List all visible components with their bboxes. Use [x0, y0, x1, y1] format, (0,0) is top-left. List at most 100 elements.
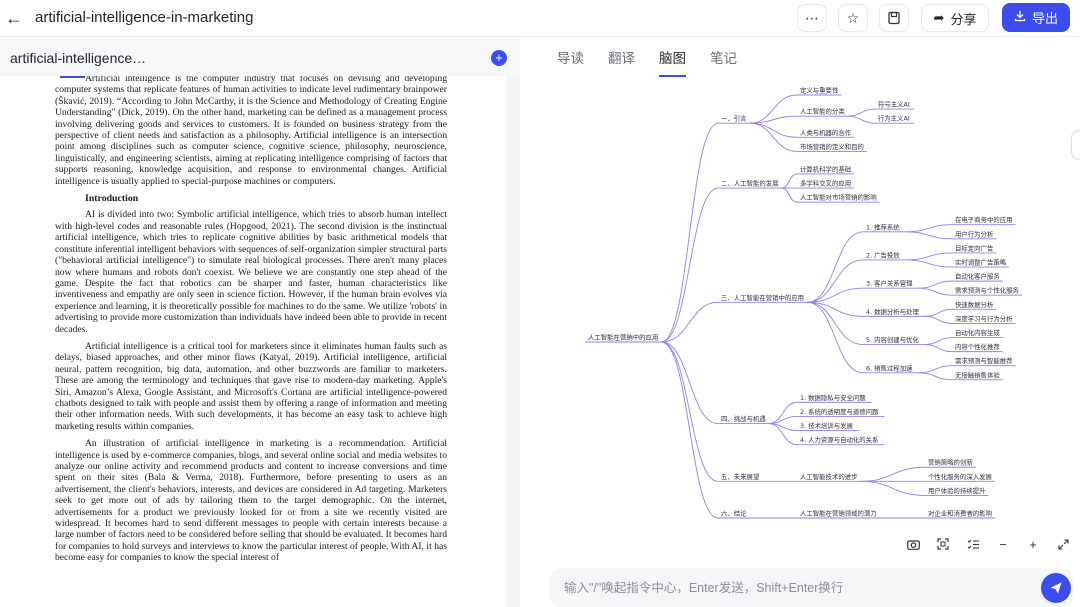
mindmap-link: [661, 187, 719, 343]
mindmap-leaf-node[interactable]: 营销策略的创新: [928, 458, 973, 467]
mindmap-link: [905, 259, 953, 268]
mindmap-link: [781, 173, 798, 189]
mindmap-link: [749, 122, 798, 152]
camera-icon[interactable]: [903, 534, 923, 554]
back-arrow-icon[interactable]: ←: [4, 8, 24, 28]
mindmap-topic-node[interactable]: 人工智能对市场营销的影响: [800, 193, 877, 202]
mindmap-link: [905, 252, 953, 261]
scrollbar[interactable]: [507, 76, 520, 607]
mindmap-root[interactable]: 人工智能在营销中的应用: [588, 333, 658, 342]
fit-screen-icon[interactable]: [933, 534, 953, 554]
mindmap-link: [860, 480, 926, 496]
section-heading: Introduction: [85, 193, 139, 205]
list-toggle-icon[interactable]: [963, 534, 983, 554]
mindmap-topic-node[interactable]: 计算机科学的基础: [800, 164, 851, 173]
mindmap-topic-node[interactable]: 人工智能技术的进步: [800, 472, 858, 481]
mindmap-leaf-node[interactable]: 符号主义AI: [878, 100, 910, 109]
pdf-page-content: Artificial intelligence is the computer …: [55, 76, 447, 570]
mindmap-link: [905, 231, 953, 240]
pdf-page[interactable]: Artificial intelligence is the computer …: [0, 76, 506, 607]
mindmap-topic-node[interactable]: 5. 内容创建与优化: [866, 335, 919, 344]
mindmap-link: [918, 280, 953, 289]
star-icon[interactable]: ☆: [838, 4, 868, 32]
save-icon[interactable]: [879, 4, 909, 32]
send-button[interactable]: [1041, 573, 1071, 603]
side-panel-handle[interactable]: [1071, 130, 1080, 160]
mindmap-leaf-node[interactable]: 自动化内容生成: [955, 328, 1000, 337]
mindmap-link: [905, 224, 953, 233]
mindmap-leaf-node[interactable]: 需求预测与智能推荐: [955, 356, 1013, 365]
mindmap-topic-node[interactable]: 2. 广告投放: [866, 250, 900, 259]
mindmap-topic-node[interactable]: 定义与重要性: [800, 86, 839, 95]
mindmap-leaf-node[interactable]: 实时调整广告策略: [955, 258, 1007, 267]
mindmap-leaf-node[interactable]: 目标定向广告: [955, 243, 994, 252]
mindmap-link: [924, 344, 953, 353]
mindmap-topic-node[interactable]: 1. 数据隐私与安全问题: [800, 393, 866, 402]
mindmap-leaf-node[interactable]: 自动化客户服务: [955, 272, 1000, 281]
mindmap-link: [661, 341, 719, 482]
mindmap-link: [860, 466, 926, 482]
mindmap-link: [924, 315, 953, 324]
export-button[interactable]: 导出: [1002, 3, 1070, 32]
mindmap-topic-node[interactable]: 6. 销售过程加速: [866, 363, 913, 372]
chat-input[interactable]: [564, 568, 1024, 607]
mindmap-topic-node[interactable]: 2. 系统的透明度与道德问题: [800, 407, 879, 416]
zoom-out-icon[interactable]: −: [993, 534, 1013, 554]
document-panel-header: artificial-intelligence… +: [0, 38, 520, 76]
paragraph: AI is divided into two: Symbolic artific…: [55, 209, 447, 335]
mindmap-topic-node[interactable]: 人工智能的分类: [800, 107, 845, 116]
mindmap-topic-node[interactable]: 3. 客户关系管理: [866, 279, 913, 288]
download-icon: [1014, 10, 1026, 25]
document-panel-title: artificial-intelligence…: [10, 50, 147, 66]
mindmap-link: [847, 108, 876, 117]
mindmap-leaf-node[interactable]: 对企业和消费者的影响: [928, 509, 992, 518]
mindmap-leaf-node[interactable]: 用户行为分析: [955, 229, 994, 238]
paragraph: Artificial intelligence is the computer …: [55, 76, 447, 187]
paragraph: An illustration of artificial intelligen…: [55, 438, 447, 564]
mindmap-section-node[interactable]: 五、未来展望: [721, 472, 760, 481]
mindmap-leaf-node[interactable]: 深度学习与行为分析: [955, 314, 1013, 323]
mindmap-section-node[interactable]: 三、人工智能在营销中的应用: [721, 293, 804, 302]
mindmap-leaf-node[interactable]: 无接触销售体验: [955, 370, 1000, 379]
chat-input-bar: [550, 568, 1073, 607]
mindmap-link: [749, 122, 798, 138]
mindmap-topic-node[interactable]: 1. 推荐系统: [866, 222, 900, 231]
paragraph: Artificial intelligence is a critical to…: [55, 340, 447, 432]
mindmap-link: [924, 308, 953, 317]
mindmap-topic-node[interactable]: 多学科交叉的应用: [800, 179, 851, 188]
send-icon: [1050, 582, 1062, 594]
mindmap-link: [807, 231, 864, 303]
zoom-in-icon[interactable]: +: [1023, 534, 1043, 554]
share-button[interactable]: ➦ 分享: [921, 4, 989, 32]
more-icon[interactable]: ⋯: [797, 4, 827, 32]
mindmap-toolbar: − +: [903, 530, 1075, 558]
mindmap-topic-node[interactable]: 3. 技术培训与发展: [800, 421, 853, 430]
mindmap-link: [918, 287, 953, 296]
mindmap-link: [918, 365, 953, 374]
mindmap-canvas[interactable]: 人工智能在营销中的应用 一、引言 定义与重要性人工智能的分类 符号主义AI 行为主义AI…: [535, 38, 1080, 568]
mindmap-topic-node[interactable]: 人工智能在营销领域的潜力: [800, 509, 877, 518]
mindmap-leaf-node[interactable]: 个性化服务的深入发展: [928, 472, 993, 481]
mindmap-leaf-node[interactable]: 在电子商务中的应用: [955, 215, 1013, 224]
mindmap-link: [924, 337, 953, 346]
mindmap-section-node[interactable]: 四、挑战与机遇: [721, 414, 766, 423]
mindmap-leaf-node[interactable]: 需求预测与个性化服务: [955, 286, 1020, 295]
fullscreen-icon[interactable]: [1053, 534, 1073, 554]
mindmap-link: [749, 94, 798, 124]
mindmap-section-node[interactable]: 二、人工智能的发展: [721, 179, 779, 188]
document-title: artificial-intelligence-in-marketing: [35, 9, 254, 26]
mindmap-link: [661, 341, 719, 519]
mindmap-topic-node[interactable]: 4. 人力资源与自动化的关系: [800, 435, 878, 444]
mindmap-topic-node[interactable]: 人类与机器的合作: [800, 128, 852, 137]
mindmap-topic-node[interactable]: 4. 数据分析与处理: [866, 307, 919, 316]
add-icon[interactable]: +: [491, 50, 507, 66]
mindmap-topic-node[interactable]: 市场营销的定义和目的: [800, 142, 864, 151]
mindmap-section-node[interactable]: 六、结论: [721, 509, 747, 518]
mindmap-leaf-node[interactable]: 快速数据分析: [955, 300, 994, 309]
assistant-panel: 导读 翻译 脑图 笔记 人工智能在营销中的应用 一、引言 定义与重要性 人工智能的分类…: [535, 38, 1080, 607]
mindmap-link: [807, 301, 864, 374]
mindmap-section-node[interactable]: 一、引言: [721, 114, 747, 123]
mindmap-leaf-node[interactable]: 行为主义AI: [878, 114, 910, 123]
mindmap-leaf-node[interactable]: 用户体验的持续提升: [928, 486, 986, 495]
mindmap-leaf-node[interactable]: 内容个性化推荐: [955, 342, 1000, 351]
